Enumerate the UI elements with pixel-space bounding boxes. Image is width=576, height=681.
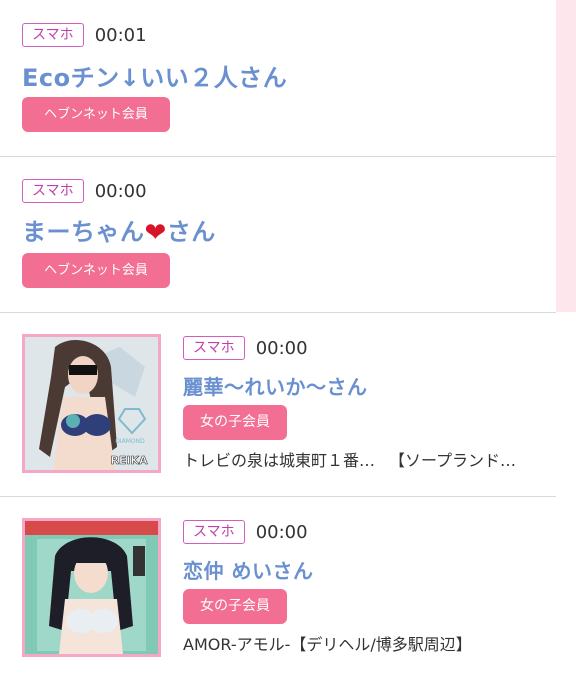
access-info: スマホ 00:01 xyxy=(22,23,147,47)
visitor-name-link[interactable]: 恋仲 めいさん xyxy=(183,555,313,584)
visitor-history-page: スマホ 00:01 Ecoチン↓いい２人さん ヘブンネット会員 スマホ 00:0… xyxy=(0,0,576,681)
visitor-name-text: まーちゃん xyxy=(22,218,145,246)
svg-text:DIAMOND: DIAMOND xyxy=(115,438,145,445)
member-type-badge: ヘブンネット会員 xyxy=(22,97,170,132)
svg-text:REIKA: REIKA xyxy=(110,454,148,467)
device-badge: スマホ xyxy=(183,336,245,360)
visit-time: 00:01 xyxy=(94,24,147,46)
visitor-name-suffix: さん xyxy=(166,218,216,246)
profile-photo-image xyxy=(25,521,158,654)
device-badge: スマホ xyxy=(22,179,84,203)
visitor-name-link[interactable]: Ecoチン↓いい２人さん xyxy=(22,58,287,93)
profile-thumbnail[interactable] xyxy=(22,518,161,657)
shop-location[interactable]: トレビの泉は城東町１番… xyxy=(183,451,375,470)
shop-info: トレビの泉は城東町１番… 【ソープランド… xyxy=(183,447,563,471)
shop-info[interactable]: AMOR-アモル-【デリヘル/博多駅周辺】 xyxy=(183,631,563,655)
device-badge: スマホ xyxy=(22,23,84,47)
visit-time: 00:00 xyxy=(255,521,308,543)
list-item: スマホ 00:00 恋仲 めいさん 女の子会員 AMOR-アモル-【デリヘル/博… xyxy=(0,497,576,681)
list-item: DIAMOND REIKA スマホ 00:00 麗華〜れいか〜さん 女の子会員 … xyxy=(0,313,556,497)
device-badge: スマホ xyxy=(183,520,245,544)
access-info: スマホ 00:00 xyxy=(183,520,308,544)
list-item: スマホ 00:01 Ecoチン↓いい２人さん ヘブンネット会員 xyxy=(0,0,556,157)
access-info: スマホ 00:00 xyxy=(22,179,147,203)
member-type-badge: 女の子会員 xyxy=(183,405,287,440)
visitor-name-link[interactable]: 麗華〜れいか〜さん xyxy=(183,371,368,400)
profile-thumbnail[interactable]: DIAMOND REIKA xyxy=(22,334,161,473)
list-item: スマホ 00:00 まーちゃん❤さん ヘブンネット会員 xyxy=(0,157,556,313)
visitor-name-link[interactable]: まーちゃん❤さん xyxy=(22,212,216,248)
visit-time: 00:00 xyxy=(94,180,147,202)
heart-icon: ❤ xyxy=(144,218,167,248)
member-type-badge: ヘブンネット会員 xyxy=(22,253,170,288)
shop-category[interactable]: 【ソープランド… xyxy=(389,451,516,470)
access-info: スマホ 00:00 xyxy=(183,336,308,360)
visit-time: 00:00 xyxy=(255,337,308,359)
side-accent-strip xyxy=(556,0,576,312)
profile-photo-image: DIAMOND REIKA xyxy=(25,337,158,470)
member-type-badge: 女の子会員 xyxy=(183,589,287,624)
